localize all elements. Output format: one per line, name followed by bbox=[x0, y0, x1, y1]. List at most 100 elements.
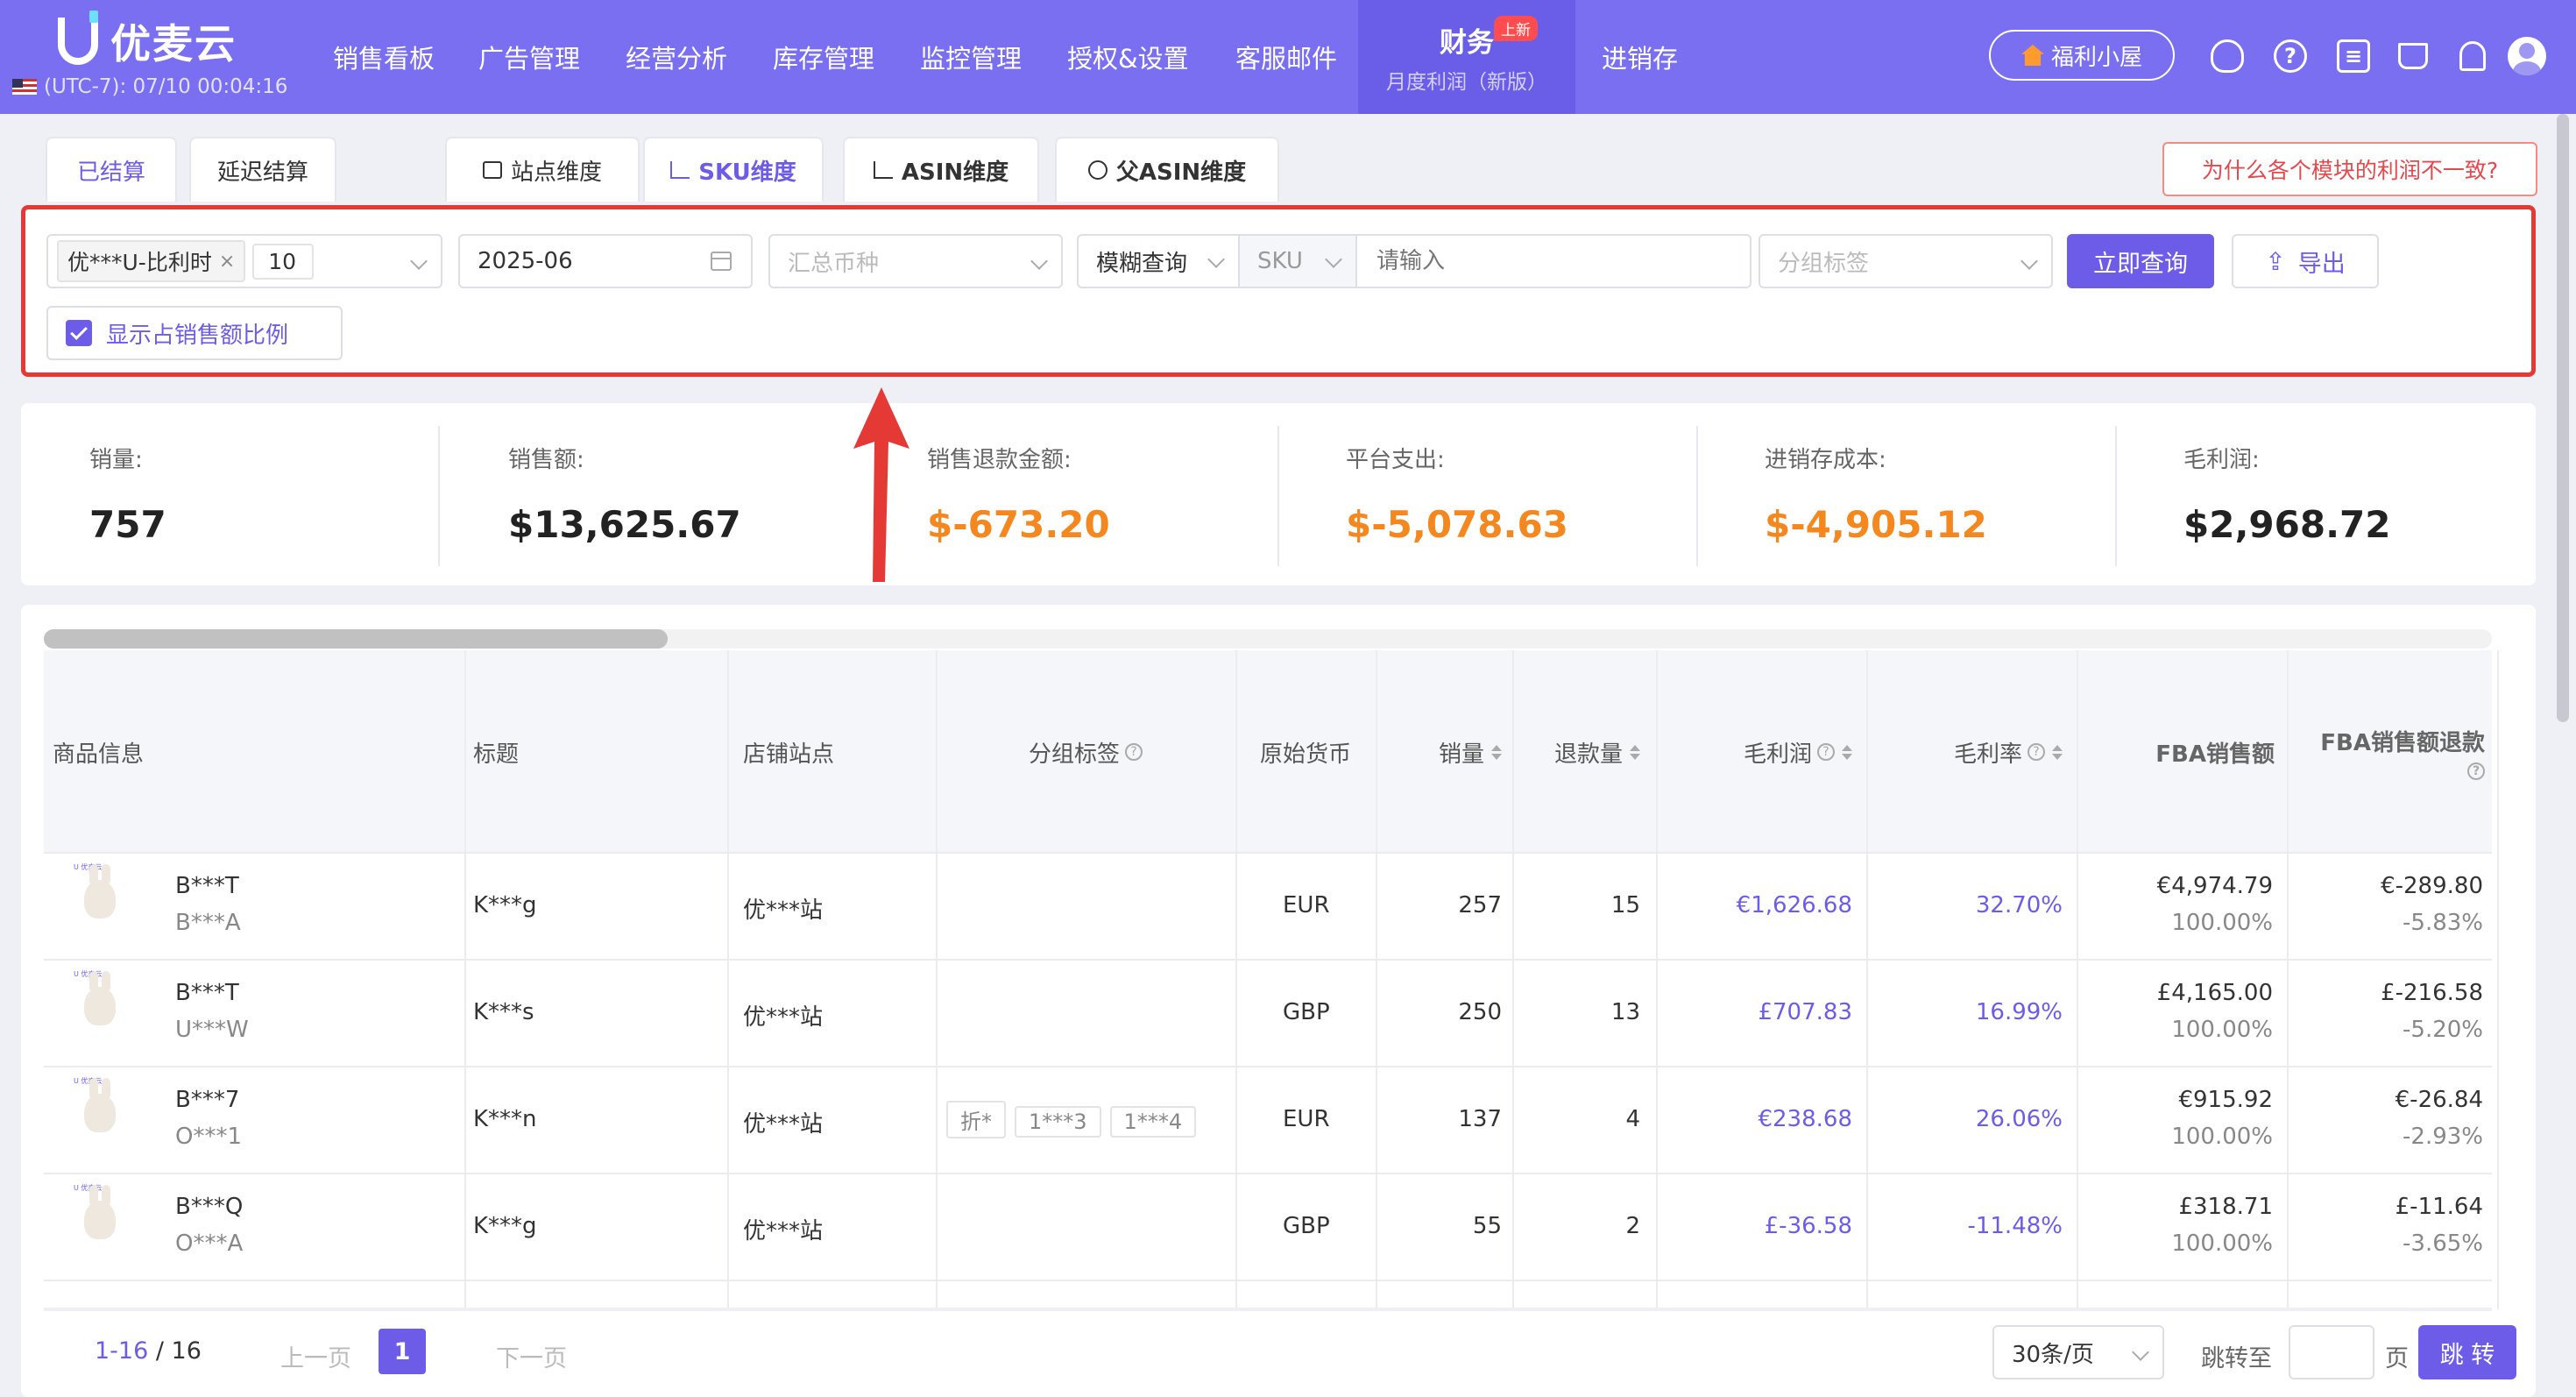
col-header-qty[interactable]: 销量 bbox=[1376, 650, 1502, 854]
upload-icon: ⇪ bbox=[2265, 246, 2286, 276]
profit-inconsistency-help-button[interactable]: 为什么各个模块的利润不一致? bbox=[2162, 142, 2537, 196]
scrollbar-thumb[interactable] bbox=[44, 629, 668, 649]
query-button[interactable]: 立即查询 bbox=[2067, 234, 2214, 288]
jump-button[interactable]: 跳 转 bbox=[2418, 1325, 2516, 1379]
tab-asin-dimension[interactable]: ASIN维度 bbox=[843, 137, 1039, 202]
table-row[interactable] bbox=[44, 1174, 2492, 1281]
sort-icon[interactable] bbox=[2052, 744, 2063, 760]
stat-value: 757 bbox=[89, 503, 166, 546]
new-badge: 上新 bbox=[1494, 16, 1538, 41]
group-tag-placeholder: 分组标签 bbox=[1778, 250, 1870, 277]
prev-page-button[interactable]: 上一页 bbox=[280, 1339, 351, 1373]
next-page-button[interactable]: 下一页 bbox=[496, 1339, 567, 1373]
app-logo[interactable]: 优麦云 bbox=[58, 11, 237, 70]
fba-refund: €-289.80 bbox=[2381, 873, 2483, 899]
page-size-select[interactable]: 30条/页 bbox=[1992, 1325, 2164, 1379]
product-sku[interactable]: B***T bbox=[175, 980, 239, 1006]
gross-profit: €1,626.68 bbox=[1736, 892, 1852, 918]
nav-item-stock[interactable]: 进销存 bbox=[1575, 0, 1704, 114]
product-thumbnail[interactable]: U 优麦云 bbox=[74, 969, 124, 1031]
sort-icon[interactable] bbox=[1842, 744, 1852, 760]
fba-sales: €4,974.79 bbox=[2156, 873, 2273, 899]
product-sub-id: U***W bbox=[175, 1017, 249, 1043]
refund-qty: 4 bbox=[1625, 1106, 1640, 1132]
table-row[interactable] bbox=[44, 854, 2492, 961]
col-header-gross-profit[interactable]: 毛利润? bbox=[1656, 650, 1852, 854]
stat-gross-profit: 毛利润: $2,968.72 bbox=[2115, 403, 2534, 585]
house-icon bbox=[2020, 45, 2044, 66]
welfare-button[interactable]: 福利小屋 bbox=[1989, 30, 2175, 81]
group-tag[interactable]: 折* bbox=[946, 1101, 1006, 1138]
stat-label: 销售额: bbox=[508, 447, 584, 473]
product-sub-id: B***A bbox=[175, 910, 241, 936]
tab-site-dimension[interactable]: 站点维度 bbox=[445, 137, 640, 202]
stat-label: 毛利润: bbox=[2183, 447, 2260, 473]
stat-label: 销售退款金额: bbox=[927, 447, 1072, 473]
col-header-fba-refund-label: FBA销售额退款 bbox=[2320, 729, 2485, 756]
product-thumbnail[interactable]: U 优麦云 bbox=[74, 1076, 124, 1138]
page-number-current[interactable]: 1 bbox=[379, 1329, 426, 1374]
show-ratio-checkbox[interactable]: 显示占销售额比例 bbox=[46, 306, 343, 360]
product-sku[interactable]: B***Q bbox=[175, 1194, 243, 1220]
tab-sku-dimension[interactable]: SKU维度 bbox=[643, 137, 824, 202]
sort-icon[interactable] bbox=[1491, 744, 1502, 760]
group-tag[interactable]: 1***3 bbox=[1015, 1106, 1101, 1138]
close-icon[interactable]: × bbox=[219, 251, 235, 273]
bell-icon[interactable] bbox=[2453, 37, 2492, 75]
product-title: K***s bbox=[473, 999, 534, 1025]
nav-item-ads[interactable]: 广告管理 bbox=[452, 0, 606, 114]
page-vertical-scrollbar[interactable] bbox=[2557, 114, 2569, 722]
nav-item-monitor[interactable]: 监控管理 bbox=[894, 0, 1048, 114]
help-icon[interactable]: ? bbox=[1817, 743, 1835, 761]
shop-select[interactable]: 优***U-比利时 × 10 bbox=[46, 234, 442, 288]
col-header-refund-qty[interactable]: 退款量 bbox=[1521, 650, 1640, 854]
tab-parent-asin-dimension[interactable]: 父ASIN维度 bbox=[1055, 137, 1279, 202]
group-tag[interactable]: 1***4 bbox=[1109, 1106, 1197, 1138]
cart-icon[interactable] bbox=[2394, 37, 2432, 75]
fba-sales: £318.71 bbox=[2178, 1194, 2273, 1220]
nav-item-sales-board[interactable]: 销售看板 bbox=[307, 0, 461, 114]
product-thumbnail[interactable]: U 优麦云 bbox=[74, 1183, 124, 1245]
month-picker[interactable]: 2025-06 bbox=[458, 234, 753, 288]
table-row[interactable] bbox=[44, 961, 2492, 1067]
search-input[interactable] bbox=[1357, 237, 1750, 286]
shop-site: 优***站 bbox=[743, 1218, 824, 1245]
tab-settled[interactable]: 已结算 bbox=[46, 137, 177, 202]
help-icon[interactable]: ? bbox=[2028, 743, 2045, 761]
avatar[interactable] bbox=[2508, 37, 2546, 75]
help-icon[interactable]: ? bbox=[1125, 743, 1143, 761]
product-sku[interactable]: B***T bbox=[175, 873, 239, 899]
nav-item-analysis[interactable]: 经营分析 bbox=[599, 0, 754, 114]
group-tag-select[interactable]: 分组标签 bbox=[1759, 234, 2053, 288]
product-sku[interactable]: B***7 bbox=[175, 1087, 239, 1113]
stat-label: 平台支出: bbox=[1346, 447, 1445, 473]
jump-page-input[interactable] bbox=[2289, 1325, 2374, 1379]
product-thumbnail[interactable]: U 优麦云 bbox=[74, 862, 124, 924]
nav-item-settings[interactable]: 授权&设置 bbox=[1041, 0, 1215, 114]
filter-panel: 优***U-比利时 × 10 2025-06 汇总币种 模糊查询 SKU 分组标… bbox=[21, 205, 2536, 377]
chevron-down-icon bbox=[1030, 252, 1048, 270]
sort-icon[interactable] bbox=[1630, 744, 1640, 760]
store-icon bbox=[482, 161, 502, 179]
product-title: K***n bbox=[473, 1106, 537, 1132]
nav-item-inventory[interactable]: 库存管理 bbox=[747, 0, 901, 114]
tab-delayed[interactable]: 延迟结算 bbox=[189, 137, 336, 202]
gross-profit: £707.83 bbox=[1758, 999, 1852, 1025]
message-icon[interactable]: ≡ bbox=[2334, 37, 2373, 75]
table-row[interactable] bbox=[44, 1067, 2492, 1174]
query-mode-select[interactable]: 模糊查询 bbox=[1079, 236, 1240, 287]
user-support-icon[interactable] bbox=[2208, 37, 2247, 75]
currency-select[interactable]: 汇总币种 bbox=[768, 234, 1063, 288]
export-button[interactable]: ⇪ 导出 bbox=[2232, 234, 2379, 288]
search-field-select[interactable]: SKU bbox=[1240, 236, 1357, 287]
gross-profit: £-36.58 bbox=[1764, 1213, 1852, 1239]
product-title: K***g bbox=[473, 1213, 537, 1239]
currency: GBP bbox=[1283, 1213, 1330, 1239]
col-header-product: 商品信息 bbox=[53, 741, 145, 768]
help-icon[interactable]: ? bbox=[2271, 37, 2310, 75]
nav-item-finance[interactable]: 财务 月度利润（新版） bbox=[1358, 0, 1575, 114]
nav-item-mail[interactable]: 客服邮件 bbox=[1209, 0, 1363, 114]
shop-count-tag: 10 bbox=[252, 243, 315, 280]
col-header-gross-margin[interactable]: 毛利率? bbox=[1866, 650, 2063, 854]
help-icon[interactable]: ? bbox=[2467, 762, 2485, 780]
